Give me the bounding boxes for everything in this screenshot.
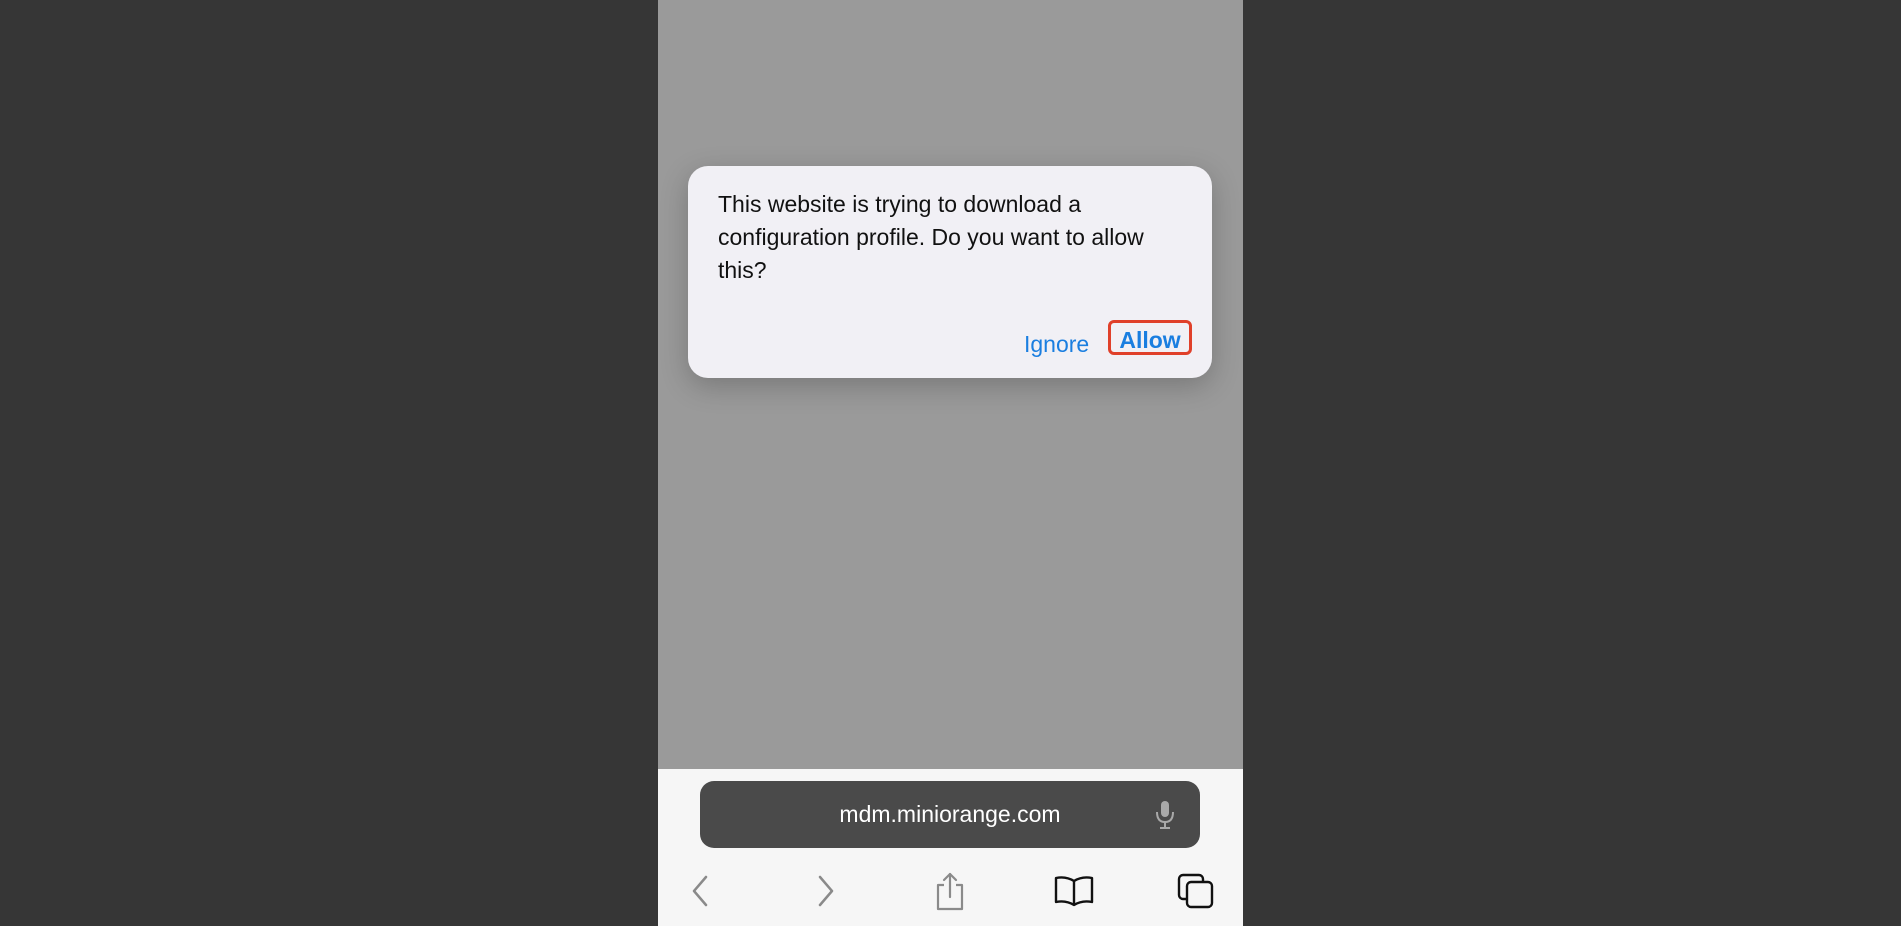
- address-bar-url: mdm.miniorange.com: [839, 801, 1061, 827]
- configuration-profile-alert: This website is trying to download a con…: [688, 166, 1212, 378]
- safari-bottom-bar: mdm.miniorange.com: [658, 769, 1243, 926]
- forward-icon[interactable]: [800, 865, 852, 917]
- web-content-dimmed: [658, 0, 1243, 769]
- bookmarks-icon[interactable]: [1048, 865, 1100, 917]
- phone-screen: This website is trying to download a con…: [658, 0, 1243, 926]
- share-icon[interactable]: [924, 865, 976, 917]
- allow-button[interactable]: Allow: [1108, 320, 1192, 355]
- alert-message: This website is trying to download a con…: [718, 191, 1144, 283]
- browser-toolbar: [658, 865, 1243, 917]
- address-bar[interactable]: mdm.miniorange.com: [700, 781, 1200, 848]
- microphone-icon[interactable]: [1155, 800, 1175, 830]
- ignore-button[interactable]: Ignore: [1024, 326, 1089, 362]
- back-icon[interactable]: [674, 865, 726, 917]
- tabs-icon[interactable]: [1170, 865, 1222, 917]
